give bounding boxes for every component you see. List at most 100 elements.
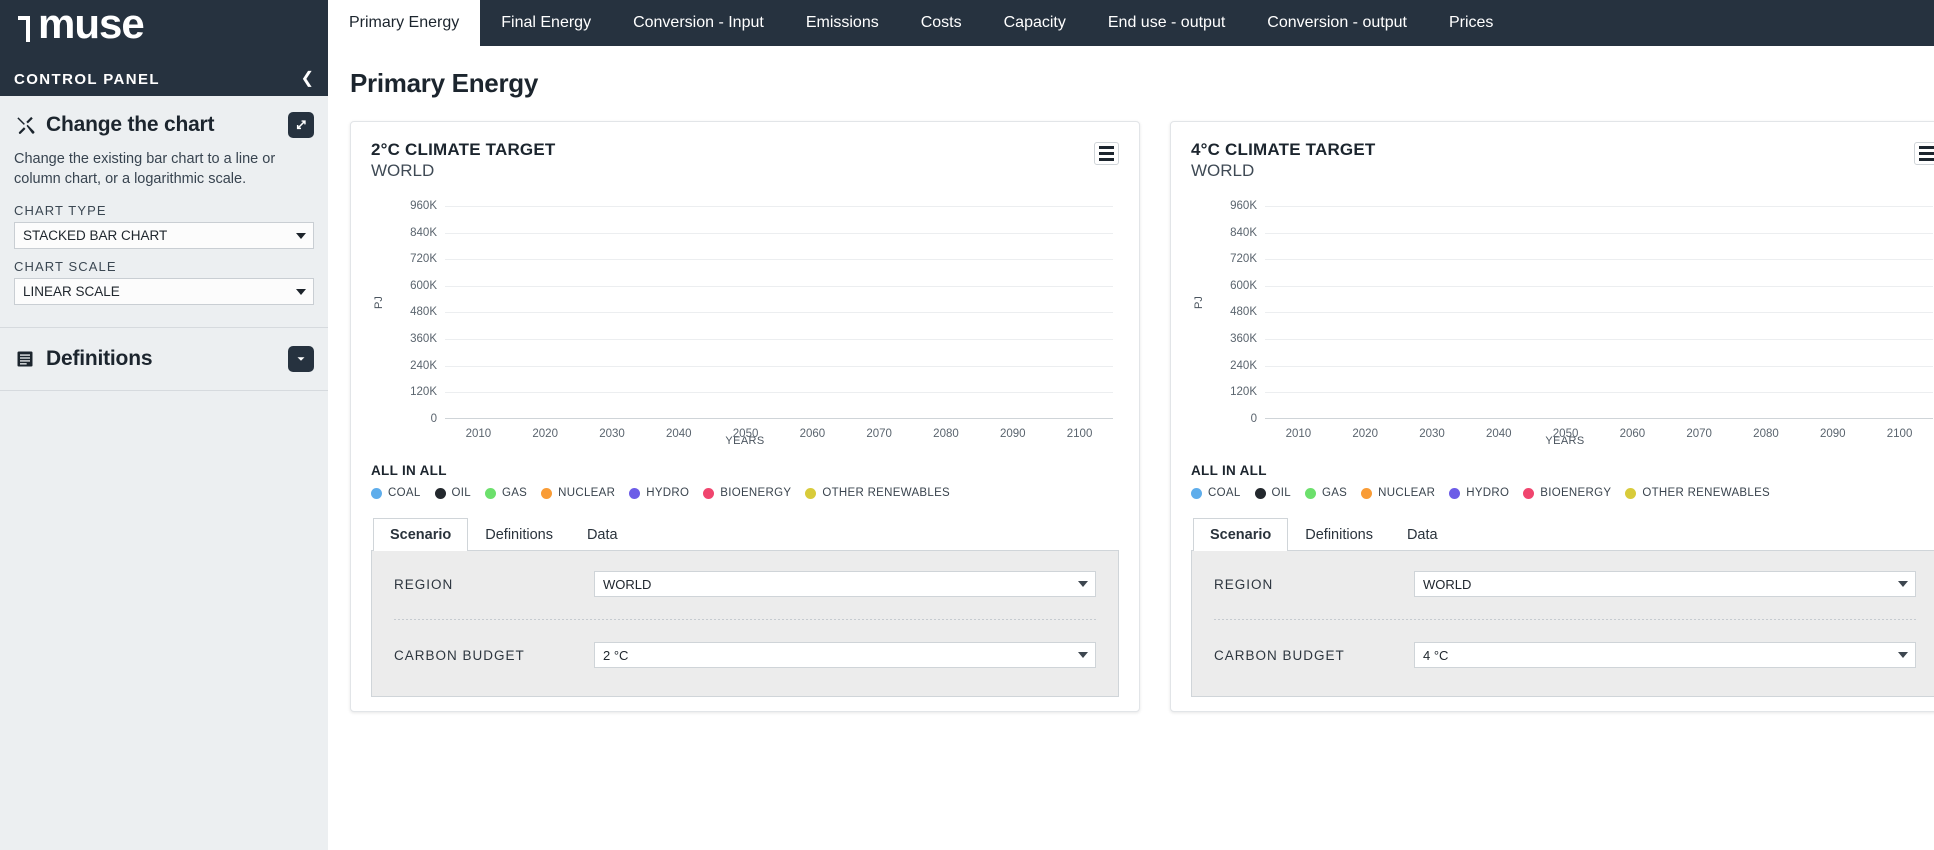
nav-tab-emissions[interactable]: Emissions [785,0,900,46]
scenario-form: REGION WORLD CARBON BUDGET2 °C [371,551,1119,697]
chevron-down-icon [1898,581,1908,587]
card-subtab-definitions[interactable]: Definitions [468,518,570,551]
card-subtab-scenario[interactable]: Scenario [1193,518,1288,551]
panel-definitions-header[interactable]: Definitions [14,346,314,372]
region-select[interactable]: WORLD [1414,571,1916,597]
region-select[interactable]: WORLD [594,571,1096,597]
card-subtabs: ScenarioDefinitionsData [371,517,1119,551]
legend-item-gas[interactable]: GAS [1305,487,1347,499]
nav-tab-prices[interactable]: Prices [1428,0,1514,46]
scenario-form: REGION WORLD CARBON BUDGET 4 °C [1191,551,1934,697]
legend-item-other-renewables[interactable]: OTHER RENEWABLES [1625,487,1770,499]
panel-collapse-arrow-icon[interactable] [288,112,314,138]
bar-slot: 2100 [1866,197,1933,419]
chart-type-select[interactable]: STACKED BAR CHART [14,222,314,249]
legend-item-oil[interactable]: OIL [1255,487,1291,499]
legend-label: NUCLEAR [558,487,615,499]
panel-definitions-title: Definitions [46,347,152,371]
region-row: REGION WORLD [394,571,1096,597]
bar-slot: 2100 [1046,197,1113,419]
region-label: REGION [1214,577,1404,592]
y-axis-tick: 0 [431,413,437,425]
y-axis-tick: 240K [410,360,437,372]
legend-color-swatch [629,488,640,499]
bar-slot: 2060 [779,197,846,419]
y-axis-tick: 720K [410,253,437,265]
y-axis-tick: 840K [410,227,437,239]
hamburger-menu-icon[interactable] [1914,142,1934,165]
hamburger-menu-icon[interactable] [1094,142,1119,165]
y-axis-tick: 720K [1230,253,1257,265]
chart-scale-label: CHART SCALE [14,259,314,274]
nav-tab-costs[interactable]: Costs [900,0,983,46]
x-axis-title: YEARS [371,435,1119,447]
legend-color-swatch [1361,488,1372,499]
legend-color-swatch [435,488,446,499]
legend-color-swatch [1523,488,1534,499]
carbon-budget-select[interactable]: 2 °C [594,642,1096,668]
carbon-budget-select[interactable]: 4 °C [1414,642,1916,668]
card-subtab-data[interactable]: Data [1390,518,1455,551]
chart-type-value: STACKED BAR CHART [23,228,167,243]
legend-item-nuclear[interactable]: NUCLEAR [1361,487,1435,499]
legend-item-coal[interactable]: COAL [1191,487,1241,499]
legend-item-gas[interactable]: GAS [485,487,527,499]
bar-slot: 2090 [979,197,1046,419]
legend-label: BIOENERGY [720,487,791,499]
y-axis-label: PJ [1193,296,1205,309]
legend-color-swatch [371,488,382,499]
legend-item-hydro[interactable]: HYDRO [629,487,689,499]
chart-cards-container: 2°C CLIMATE TARGETWORLDPJ0120K240K360K48… [328,99,1934,712]
bar-slot: 2090 [1799,197,1866,419]
legend-item-oil[interactable]: OIL [435,487,471,499]
bar-slot: 2030 [579,197,646,419]
region-label: REGION [394,577,584,592]
carbon-budget-label: CARBON BUDGET [1214,648,1404,663]
nav-tab-primary-energy[interactable]: Primary Energy [328,0,480,46]
nav-tab-end-use-output[interactable]: End use - output [1087,0,1246,46]
nav-tab-conversion-input[interactable]: Conversion - Input [612,0,785,46]
plot-area: 0120K240K360K480K600K720K840K960K2010202… [445,197,1113,419]
sidebar-collapse-icon[interactable]: ❮ [301,71,314,87]
logo-tick-icon [18,16,38,42]
nav-tab-capacity[interactable]: Capacity [983,0,1087,46]
card-subtabs: ScenarioDefinitionsData [1191,517,1934,551]
control-panel-bar: CONTROL PANEL ❮ [0,62,328,96]
legend-color-swatch [1255,488,1266,499]
panel-change-the-chart-header[interactable]: Change the chart [14,112,314,138]
chart-scale-select[interactable]: LINEAR SCALE [14,278,314,305]
chart-card-1: 2°C CLIMATE TARGETWORLDPJ0120K240K360K48… [350,121,1140,712]
legend-color-swatch [1625,488,1636,499]
legend-label: COAL [1208,487,1241,499]
card-subtab-scenario[interactable]: Scenario [373,518,468,551]
carbon-budget-row: CARBON BUDGET2 °C [394,642,1096,668]
card-subtab-definitions[interactable]: Definitions [1288,518,1390,551]
card-title: 4°C CLIMATE TARGET [1191,140,1934,160]
card-subtab-data[interactable]: Data [570,518,635,551]
legend-item-coal[interactable]: COAL [371,487,421,499]
form-separator [1214,619,1916,620]
tools-icon [14,114,36,136]
x-axis-title: YEARS [1191,435,1934,447]
bars: 2010202020302040205020602070208020902100 [1265,197,1933,419]
y-axis-tick: 120K [410,386,437,398]
card-title: 2°C CLIMATE TARGET [371,140,1119,160]
nav-tab-final-energy[interactable]: Final Energy [480,0,612,46]
nav-tab-conversion-output[interactable]: Conversion - output [1246,0,1428,46]
legend-color-swatch [541,488,552,499]
card-subtitle: WORLD [371,161,1119,181]
y-axis-tick: 120K [1230,386,1257,398]
chevron-down-icon [1078,652,1088,658]
legend-item-bioenergy[interactable]: BIOENERGY [1523,487,1611,499]
legend-item-bioenergy[interactable]: BIOENERGY [703,487,791,499]
legend-item-nuclear[interactable]: NUCLEAR [541,487,615,499]
y-axis-tick: 240K [1230,360,1257,372]
legend-item-hydro[interactable]: HYDRO [1449,487,1509,499]
chevron-down-icon[interactable] [288,346,314,372]
legend-color-swatch [1191,488,1202,499]
legend-item-other-renewables[interactable]: OTHER RENEWABLES [805,487,950,499]
carbon-budget-value: 4 °C [1423,648,1448,663]
legend: COAL OIL GAS NUCLEAR HYDRO BIOENERGY OTHER REN… [1191,487,1934,499]
bar-slot: 2050 [1532,197,1599,419]
legend-color-swatch [1305,488,1316,499]
